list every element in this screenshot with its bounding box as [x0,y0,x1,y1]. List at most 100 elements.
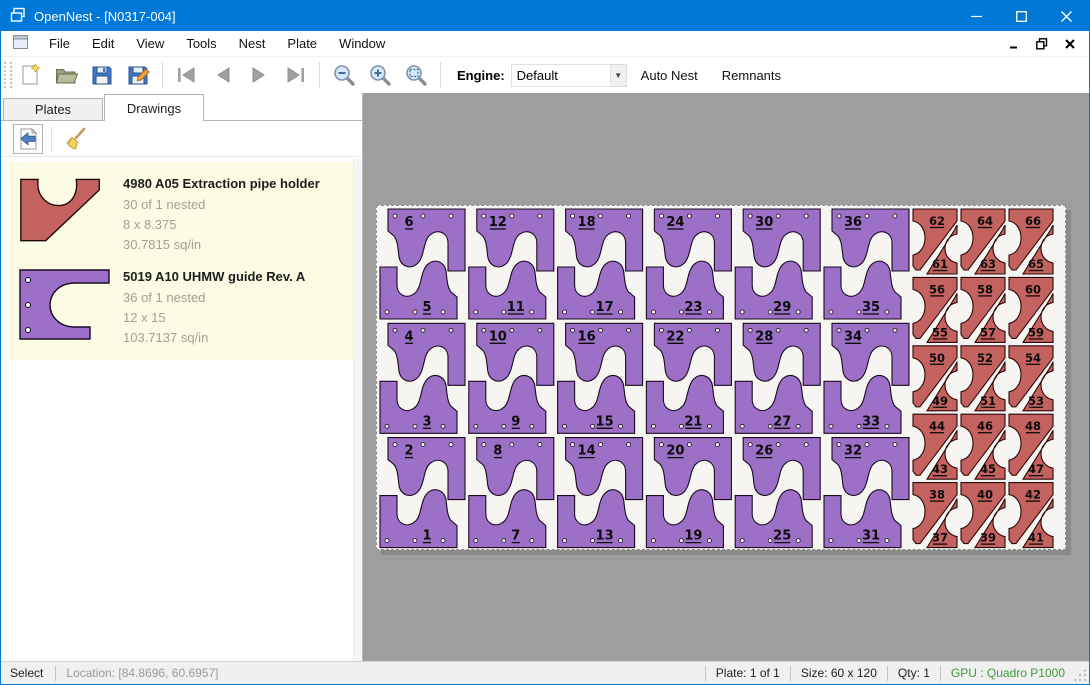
part-number: 39 [980,531,996,545]
nest-pair-red[interactable]: 42 41 [1009,483,1053,548]
nest-pair-purple[interactable]: 24 23 [646,209,731,319]
mdi-restore-icon[interactable] [1035,37,1049,51]
nest-pair-red[interactable]: 54 53 [1009,346,1053,411]
part-number: 55 [932,325,948,339]
nest-pair-red[interactable]: 40 39 [961,483,1005,548]
save-as-button[interactable] [120,60,156,90]
part-number: 57 [980,325,996,339]
minimize-icon[interactable] [954,1,999,31]
drawing-area: 103.7137 sq/in [123,328,346,348]
part-number: 25 [773,529,791,544]
nest-pair-red[interactable]: 56 55 [913,277,957,342]
nest-pair-red[interactable]: 46 45 [961,414,1005,479]
close-icon[interactable] [1044,1,1089,31]
nest-pair-red[interactable]: 38 37 [913,483,957,548]
plate[interactable]: 6 5 12 11 18 17 24 23 30 29 36 35 4 3 [376,205,1066,550]
menu-item-nest[interactable]: Nest [228,32,277,55]
nest-pair-purple[interactable]: 28 27 [735,323,820,433]
part-number: 17 [596,300,614,315]
chevron-down-icon[interactable]: ▼ [611,64,627,87]
sidebar-scrollbar[interactable] [353,159,362,661]
gpu-label: GPU : Quadro P1000 [941,666,1075,680]
nest-pair-red[interactable]: 62 61 [913,209,957,274]
nest-pair-red[interactable]: 64 63 [961,209,1005,274]
part-number: 11 [507,300,525,315]
mdi-close-icon[interactable] [1063,37,1077,51]
nest-pair-purple[interactable]: 10 9 [469,323,554,433]
next-plate-button[interactable] [241,60,277,90]
nest-pair-red[interactable]: 66 65 [1009,209,1053,274]
nest-pair-purple[interactable]: 22 21 [646,323,731,433]
part-number: 15 [596,414,614,429]
nest-pair-red[interactable]: 52 51 [961,346,1005,411]
drawing-nested-count: 36 of 1 nested [123,288,346,308]
nest-pair-purple[interactable]: 34 33 [824,323,909,433]
clear-drawings-button[interactable] [60,124,90,154]
maximize-icon[interactable] [999,1,1044,31]
zoom-in-button[interactable] [362,60,398,90]
plate-count-label: Plate: 1 of 1 [706,666,790,680]
nest-pair-purple[interactable]: 2 1 [380,438,465,548]
nest-pair-purple[interactable]: 14 13 [558,438,643,548]
auto-nest-button[interactable]: Auto Nest [631,62,708,89]
menu-item-view[interactable]: View [125,32,175,55]
part-number: 18 [578,215,596,230]
nest-pair-purple[interactable]: 30 29 [735,209,820,319]
new-button[interactable] [12,60,48,90]
part-number: 61 [932,257,948,271]
nest-pair-red[interactable]: 48 47 [1009,414,1053,479]
tab-drawings[interactable]: Drawings [104,94,204,121]
nest-pair-purple[interactable]: 20 19 [646,438,731,548]
zoom-out-button[interactable] [326,60,362,90]
zoom-fit-button[interactable] [398,60,434,90]
mdi-minimize-icon[interactable] [1007,37,1021,51]
last-plate-button[interactable] [277,60,313,90]
previous-plate-button[interactable] [205,60,241,90]
tab-strip: Plates Drawings [1,93,362,121]
part-number: 48 [1025,419,1041,433]
menu-item-plate[interactable]: Plate [276,32,328,55]
window-title: OpenNest - [N0317-004] [34,9,176,24]
nest-pair-purple[interactable]: 36 35 [824,209,909,319]
part-number: 51 [980,394,996,408]
sidebar: Plates Drawings 4980 A05 Extraction pipe… [1,93,363,661]
save-button[interactable] [84,60,120,90]
part-number: 30 [755,215,773,230]
resize-grip[interactable] [1075,662,1089,684]
nest-pair-purple[interactable]: 18 17 [558,209,643,319]
menu-item-window[interactable]: Window [328,32,396,55]
nest-pair-purple[interactable]: 26 25 [735,438,820,548]
part-number: 7 [511,529,520,544]
engine-combobox[interactable]: Default ▼ [511,64,627,87]
nest-canvas[interactable]: 6 5 12 11 18 17 24 23 30 29 36 35 4 3 [363,93,1089,661]
nest-pair-red[interactable]: 58 57 [961,277,1005,342]
nest-pair-red[interactable]: 50 49 [913,346,957,411]
nest-pair-purple[interactable]: 16 15 [558,323,643,433]
engine-value[interactable]: Default [511,64,611,87]
nest-pair-red[interactable]: 60 59 [1009,277,1053,342]
drawing-area: 30.7815 sq/in [123,235,346,255]
nest-pair-purple[interactable]: 12 11 [469,209,554,319]
engine-label: Engine: [457,68,505,83]
tab-plates[interactable]: Plates [3,98,103,121]
menu-item-edit[interactable]: Edit [81,32,125,55]
open-button[interactable] [48,60,84,90]
app-window: OpenNest - [N0317-004] FileEditViewTools… [0,0,1090,685]
drawing-thumbnail [17,174,117,255]
first-plate-button[interactable] [169,60,205,90]
menu-item-file[interactable]: File [38,32,81,55]
nest-pair-purple[interactable]: 6 5 [380,209,465,319]
remnants-button[interactable]: Remnants [712,62,791,89]
nest-pair-purple[interactable]: 8 7 [469,438,554,548]
nest-pair-purple[interactable]: 32 31 [824,438,909,548]
drawing-item[interactable]: 5019 A10 UHMW guide Rev. A 36 of 1 neste… [13,261,350,354]
part-number: 22 [666,329,684,344]
part-number: 5 [422,300,431,315]
nest-pair-red[interactable]: 44 43 [913,414,957,479]
part-number: 49 [932,394,948,408]
nest-pair-purple[interactable]: 4 3 [380,323,465,433]
import-drawing-button[interactable] [13,124,43,154]
part-number: 20 [666,444,684,459]
menu-item-tools[interactable]: Tools [175,32,227,55]
drawing-item[interactable]: 4980 A05 Extraction pipe holder 30 of 1 … [13,168,350,261]
